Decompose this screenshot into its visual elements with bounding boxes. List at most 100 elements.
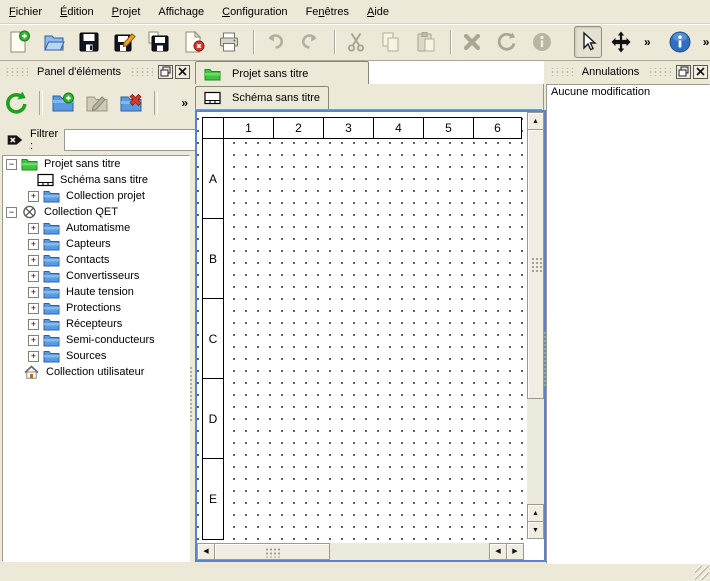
schema-canvas[interactable]: 1 2 3 4 5 6 A B C D E — [195, 110, 546, 562]
folder-icon — [43, 269, 61, 283]
tree-item-collection-projet[interactable]: Collection projet — [3, 188, 189, 204]
qelectrotech-window: { "menu": { "items": [ {"label": "Fichie… — [0, 0, 710, 581]
tree-item-contacts[interactable]: Contacts — [3, 252, 189, 268]
expand-icon[interactable] — [28, 191, 39, 202]
tree-item-collection-qet[interactable]: Collection QET — [3, 204, 189, 220]
horizontal-scrollbar-thumb[interactable] — [214, 543, 330, 560]
tree-item-protections[interactable]: Protections — [3, 300, 189, 316]
new-folder-icon — [51, 91, 75, 115]
grid-column-header: 4 — [373, 117, 424, 139]
tree-item-recepteurs[interactable]: Récepteurs — [3, 316, 189, 332]
tab-schema-sans-titre[interactable]: Schéma sans titre — [195, 86, 329, 109]
delete-icon — [460, 30, 484, 54]
dock-close-button[interactable] — [693, 65, 708, 79]
toolbar-overflow-chevron[interactable]: » — [699, 35, 710, 49]
new-category-button[interactable] — [50, 89, 76, 117]
save-as-icon — [112, 30, 136, 54]
cursor-arrow-icon — [576, 30, 600, 54]
delete-category-button[interactable] — [118, 89, 144, 117]
scrollbar-grip — [264, 546, 280, 557]
scroll-left-button[interactable] — [489, 543, 507, 560]
close-document-icon — [182, 30, 206, 54]
status-bar — [0, 561, 710, 581]
menu-projet[interactable]: Projet — [103, 3, 150, 21]
tree-item-capteurs[interactable]: Capteurs — [3, 236, 189, 252]
select-mode-button[interactable] — [574, 26, 602, 58]
elements-panel-toolbar: » — [0, 84, 192, 122]
horizontal-scrollbar[interactable] — [197, 543, 523, 560]
scroll-right-button[interactable] — [506, 543, 524, 560]
dock-splitter-left[interactable] — [188, 61, 194, 561]
save-all-icon — [147, 30, 171, 54]
info-icon — [668, 30, 692, 54]
tree-item-semi-conducteurs[interactable]: Semi-conducteurs — [3, 332, 189, 348]
menu-fenetres[interactable]: Fenêtres — [297, 3, 358, 21]
undo-list-item[interactable]: Aucune modification — [547, 85, 709, 101]
toolbar-separator — [334, 30, 336, 54]
expand-icon[interactable] — [28, 223, 39, 234]
resize-grip[interactable] — [695, 566, 709, 580]
tree-item-schema-sans-titre[interactable]: Schéma sans titre — [3, 172, 189, 188]
about-info-button[interactable] — [667, 28, 693, 56]
menu-edition[interactable]: Édition — [51, 3, 103, 21]
filter-input[interactable] — [64, 129, 196, 151]
grid-column-header: 3 — [323, 117, 374, 139]
folder-icon — [43, 301, 61, 315]
expand-icon[interactable] — [28, 239, 39, 250]
expand-icon[interactable] — [28, 319, 39, 330]
menu-fichier[interactable]: Fichier — [0, 3, 51, 21]
main-toolbar: » » — [0, 24, 710, 61]
tree-item-convertisseurs[interactable]: Convertisseurs — [3, 268, 189, 284]
expand-icon[interactable] — [28, 303, 39, 314]
folder-icon — [43, 237, 61, 251]
grid-dots — [197, 112, 523, 541]
toolbar-separator — [39, 91, 43, 115]
menu-configuration[interactable]: Configuration — [213, 3, 296, 21]
tree-item-label: Schéma sans titre — [60, 174, 148, 186]
tree-item-projet-sans-titre[interactable]: Projet sans titre — [3, 156, 189, 172]
save-as-button[interactable] — [111, 28, 137, 56]
grid-column-header: 2 — [273, 117, 324, 139]
expand-icon[interactable] — [28, 335, 39, 346]
clear-filter-icon[interactable] — [6, 132, 26, 148]
tree-item-haute-tension[interactable]: Haute tension — [3, 284, 189, 300]
collapse-icon[interactable] — [6, 207, 17, 218]
expand-icon[interactable] — [28, 287, 39, 298]
menu-aide[interactable]: Aide — [358, 3, 398, 21]
menu-affichage[interactable]: Affichage — [149, 3, 213, 21]
dock-float-button[interactable] — [676, 65, 691, 79]
tab-projet-sans-titre[interactable]: Projet sans titre — [195, 61, 369, 85]
undo-panel-dock: Annulations Aucune modification — [545, 61, 710, 562]
expand-icon[interactable] — [28, 255, 39, 266]
save-icon — [77, 30, 101, 54]
save-all-button[interactable] — [146, 28, 172, 56]
reload-collections-button[interactable] — [3, 89, 29, 117]
copy-button — [378, 28, 404, 56]
toolbar-separator — [154, 91, 158, 115]
redo-icon — [298, 30, 322, 54]
tree-item-sources[interactable]: Sources — [3, 348, 189, 364]
dock-float-button[interactable] — [158, 65, 173, 79]
new-document-button[interactable] — [6, 28, 32, 56]
undo-panel-titlebar[interactable]: Annulations — [545, 61, 710, 82]
open-project-button[interactable] — [41, 28, 67, 56]
folder-icon — [43, 349, 61, 363]
print-button[interactable] — [216, 28, 242, 56]
undo-history-list[interactable]: Aucune modification — [546, 84, 710, 564]
move-icon — [609, 30, 633, 54]
pan-mode-button[interactable] — [608, 28, 634, 56]
collapse-icon[interactable] — [6, 159, 17, 170]
open-folder-icon — [42, 30, 66, 54]
expand-icon[interactable] — [28, 271, 39, 282]
project-folder-icon — [21, 157, 39, 171]
expand-icon[interactable] — [28, 351, 39, 362]
tree-item-automatisme[interactable]: Automatisme — [3, 220, 189, 236]
scroll-left-button[interactable] — [197, 543, 215, 560]
save-button[interactable] — [76, 28, 102, 56]
elements-panel-titlebar[interactable]: Panel d'éléments — [0, 61, 192, 82]
tree-item-collection-utilisateur[interactable]: Collection utilisateur — [3, 364, 189, 380]
toolbar-separator — [450, 30, 452, 54]
close-document-button[interactable] — [181, 28, 207, 56]
toolbar-overflow-chevron[interactable]: » — [640, 35, 655, 49]
paste-button — [413, 28, 439, 56]
